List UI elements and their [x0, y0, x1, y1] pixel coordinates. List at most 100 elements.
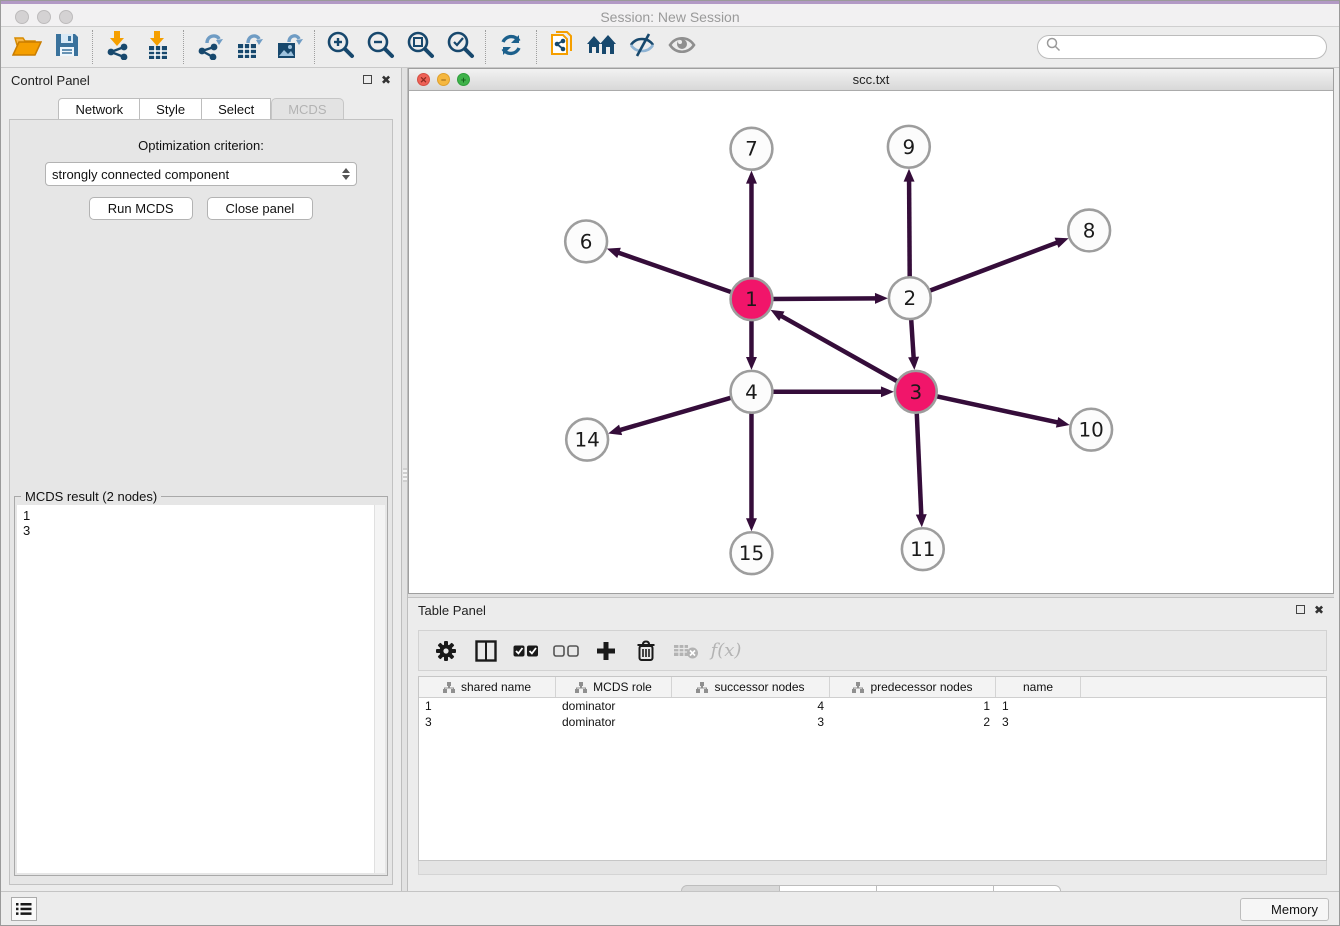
- graph-edge[interactable]: [619, 397, 734, 430]
- graph-edge[interactable]: [928, 242, 1059, 291]
- close-table-panel-icon[interactable]: ✖: [1314, 604, 1324, 616]
- maximize-network-button[interactable]: +: [457, 73, 470, 86]
- graph-node-label: 3: [909, 381, 922, 404]
- export-table-button[interactable]: [229, 29, 269, 65]
- select-all-icon[interactable]: [513, 638, 539, 664]
- graph-edge-arrowhead: [904, 169, 915, 182]
- network-window-title: scc.txt: [409, 69, 1333, 90]
- graph-edge-arrowhead: [746, 357, 757, 370]
- search-box[interactable]: [1037, 35, 1327, 59]
- graph-edge[interactable]: [617, 252, 733, 293]
- hide-selected-button[interactable]: [622, 29, 662, 65]
- toolbar-separator: [183, 30, 184, 64]
- toolbar-separator: [92, 30, 93, 64]
- refresh-button[interactable]: [491, 29, 531, 65]
- home-button[interactable]: [582, 29, 622, 65]
- table-horizontal-scrollbar[interactable]: [418, 861, 1327, 875]
- table-toolbar: f(x): [418, 630, 1327, 671]
- task-history-button[interactable]: [11, 897, 37, 921]
- graph-edge[interactable]: [909, 180, 910, 280]
- tab-select[interactable]: Select: [202, 98, 271, 120]
- column-header-mcds-role[interactable]: MCDS role: [556, 677, 672, 697]
- memory-button[interactable]: Memory: [1240, 898, 1329, 921]
- result-scrollbar[interactable]: [374, 505, 385, 873]
- column-header-shared-name[interactable]: shared name: [419, 677, 556, 697]
- export-image-button[interactable]: [269, 29, 309, 65]
- import-network-icon: [104, 30, 132, 65]
- zoom-in-button[interactable]: [320, 29, 360, 65]
- criterion-selected-value: strongly connected component: [52, 167, 229, 182]
- vertical-splitter[interactable]: [401, 68, 408, 891]
- open-session-icon: [12, 31, 42, 64]
- table-row[interactable]: 3 dominator 3 2 3: [419, 714, 1326, 730]
- tab-mcds[interactable]: MCDS: [271, 98, 343, 120]
- home-icon: [586, 32, 618, 63]
- zoom-fit-button[interactable]: [400, 29, 440, 65]
- main-content: Control Panel ✖ Network Style Select MCD…: [1, 68, 1339, 891]
- zoom-selected-button[interactable]: [440, 29, 480, 65]
- show-all-button[interactable]: [662, 29, 702, 65]
- graph-node-label: 10: [1078, 419, 1103, 442]
- graph-edge[interactable]: [770, 298, 877, 299]
- zoom-out-icon: [365, 30, 395, 65]
- graph-edge[interactable]: [917, 411, 922, 517]
- split-columns-icon[interactable]: [473, 638, 499, 664]
- graph-node-label: 6: [580, 230, 593, 253]
- run-mcds-button[interactable]: Run MCDS: [89, 197, 193, 220]
- open-session-button[interactable]: [7, 29, 47, 65]
- splitter-grip: [403, 468, 407, 482]
- control-panel-title: Control Panel: [11, 73, 90, 88]
- fx-label: f(x): [711, 640, 742, 661]
- criterion-select[interactable]: strongly connected component: [45, 162, 357, 186]
- function-builder-icon[interactable]: f(x): [713, 638, 739, 664]
- export-network-icon: [194, 30, 224, 65]
- toolbar-separator: [314, 30, 315, 64]
- delete-icon[interactable]: [633, 638, 659, 664]
- graph-edge-arrowhead: [607, 248, 621, 258]
- graph-node-label: 7: [745, 138, 758, 161]
- add-column-icon[interactable]: [593, 638, 619, 664]
- close-panel-button[interactable]: Close panel: [207, 197, 314, 220]
- column-header-successor-nodes[interactable]: successor nodes: [672, 677, 830, 697]
- float-panel-icon[interactable]: [363, 74, 372, 86]
- mcds-result-text[interactable]: 1 3: [17, 505, 385, 873]
- graph-edge[interactable]: [911, 317, 914, 359]
- network-canvas[interactable]: 7968124314101511: [409, 91, 1333, 593]
- tab-style[interactable]: Style: [140, 98, 202, 120]
- zoom-out-button[interactable]: [360, 29, 400, 65]
- toolbar-separator: [485, 30, 486, 64]
- delete-table-icon[interactable]: [673, 638, 699, 664]
- mcds-result-title: MCDS result (2 nodes): [21, 489, 161, 504]
- search-input[interactable]: [1061, 40, 1318, 55]
- graph-node-label: 8: [1083, 219, 1096, 242]
- export-network-button[interactable]: [189, 29, 229, 65]
- graph-edge-arrowhead: [746, 171, 757, 184]
- network-graph: 7968124314101511: [409, 91, 1333, 593]
- column-header-name[interactable]: name: [996, 677, 1081, 697]
- table-panel-header: Table Panel ✖: [408, 598, 1334, 622]
- close-network-button[interactable]: ✕: [417, 73, 430, 86]
- close-panel-icon[interactable]: ✖: [381, 74, 391, 86]
- import-network-button[interactable]: [98, 29, 138, 65]
- import-table-button[interactable]: [138, 29, 178, 65]
- network-window-titlebar: ✕ − + scc.txt: [409, 69, 1333, 91]
- column-header-predecessor-nodes[interactable]: predecessor nodes: [830, 677, 996, 697]
- export-table-icon: [234, 30, 264, 65]
- node-table[interactable]: shared name MCDS role successor nodes pr…: [418, 676, 1327, 861]
- graph-node-label: 15: [739, 542, 764, 565]
- clone-network-button[interactable]: [542, 29, 582, 65]
- graph-node-label: 11: [910, 538, 935, 561]
- gear-icon[interactable]: [433, 638, 459, 664]
- table-row[interactable]: 1 dominator 4 1 1: [419, 698, 1326, 714]
- graph-edge-arrowhead: [908, 357, 919, 370]
- graph-edge[interactable]: [780, 315, 899, 382]
- minimize-network-button[interactable]: −: [437, 73, 450, 86]
- float-table-panel-icon[interactable]: [1296, 604, 1305, 616]
- save-session-button[interactable]: [47, 29, 87, 65]
- graph-edge[interactable]: [934, 396, 1059, 423]
- deselect-all-icon[interactable]: [553, 638, 579, 664]
- list-icon: [16, 902, 32, 916]
- tree-icon: [696, 682, 708, 693]
- memory-status-icon: [1251, 903, 1264, 916]
- tab-network[interactable]: Network: [58, 98, 140, 120]
